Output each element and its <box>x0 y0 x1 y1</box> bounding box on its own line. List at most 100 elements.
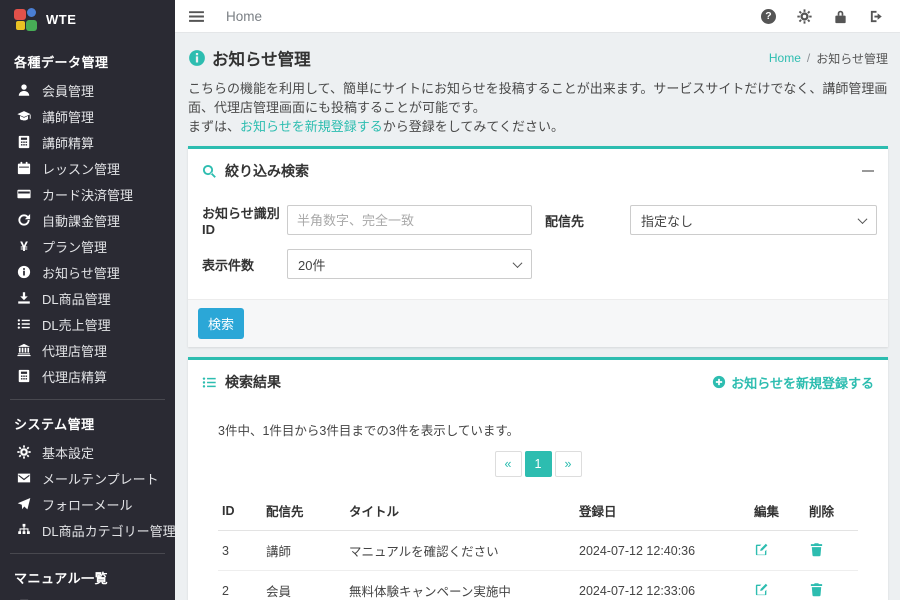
sidebar: WTE 各種データ管理会員管理講師管理講師精算レッスン管理カード決済管理自動課金… <box>0 0 175 600</box>
table-header-cell: 編集 <box>750 491 805 531</box>
table-header-cell: 配信先 <box>262 491 345 531</box>
sidebar-item-wte-operation-manual[interactable]: WTE操作マニュアル <box>0 593 175 600</box>
info-circle-icon <box>188 49 206 67</box>
table-header-cell: 削除 <box>805 491 858 531</box>
cell-date: 2024-07-12 12:40:36 <box>575 531 750 571</box>
sidebar-item-label: 講師管理 <box>42 107 94 126</box>
pagination-prev-button[interactable]: « <box>495 451 522 477</box>
table-header-cell: タイトル <box>345 491 575 531</box>
results-title: 検索結果 <box>225 372 281 392</box>
lock-icon[interactable] <box>833 9 848 24</box>
table-header-cell: ID <box>218 491 262 531</box>
credit-card-icon <box>16 186 32 202</box>
search-button[interactable]: 検索 <box>198 308 244 339</box>
results-body: 3件中、1件目から3件目までの3件を表示しています。 «1» ID配信先タイトル… <box>188 402 888 600</box>
sidebar-item-instructor-settlement[interactable]: 講師精算 <box>0 129 175 155</box>
sidebar-item-label: お知らせ管理 <box>42 263 120 282</box>
menu-toggle-button[interactable] <box>188 7 206 25</box>
sidebar-item-lesson-management[interactable]: レッスン管理 <box>0 155 175 181</box>
edit-button[interactable] <box>754 582 769 597</box>
description-line2-suffix: から登録をしてみてください。 <box>383 119 564 134</box>
cell-date: 2024-07-12 12:33:06 <box>575 571 750 600</box>
register-notice-inline-link[interactable]: お知らせを新規登録する <box>240 119 383 134</box>
sidebar-section-title: マニュアル一覧 <box>0 554 175 593</box>
app-window: WTE 各種データ管理会員管理講師管理講師精算レッスン管理カード決済管理自動課金… <box>0 0 900 600</box>
sidebar-item-label: メールテンプレート <box>42 469 159 488</box>
wte-logo-icon <box>14 8 37 31</box>
filter-row-1: お知らせ識別ID 配信先 指定なし <box>202 203 877 237</box>
sidebar-item-basic-settings[interactable]: 基本設定 <box>0 439 175 465</box>
main-area: Home ? お知らせ管理 Home / お知らせ管理 こちらの機能を利用して、… <box>175 0 900 600</box>
sidebar-item-agency-settlement[interactable]: 代理店精算 <box>0 363 175 389</box>
info-circle-icon <box>16 264 32 280</box>
sidebar-item-mail-template[interactable]: メールテンプレート <box>0 465 175 491</box>
download-icon <box>16 290 32 306</box>
sidebar-item-label: 会員管理 <box>42 81 94 100</box>
count-select-value: 20件 <box>298 255 514 274</box>
topbar-home-link[interactable]: Home <box>226 9 262 24</box>
sidebar-item-label: WTE操作マニュアル <box>42 597 162 600</box>
table-header-cell: 登録日 <box>575 491 750 531</box>
results-card: 検索結果 お知らせを新規登録する 3件中、1件目から3件目までの3件を表示してい… <box>188 357 888 600</box>
sidebar-section-title: 各種データ管理 <box>0 38 175 77</box>
sidebar-item-member-management[interactable]: 会員管理 <box>0 77 175 103</box>
yen-icon: ¥ <box>16 238 32 254</box>
page-title: お知らせ管理 <box>212 46 311 70</box>
logout-icon[interactable] <box>869 9 884 24</box>
pagination-next-button[interactable]: » <box>555 451 582 477</box>
envelope-icon <box>16 470 32 486</box>
sidebar-item-auto-billing-management[interactable]: 自動課金管理 <box>0 207 175 233</box>
notice-id-label: お知らせ識別ID <box>202 203 287 237</box>
sidebar-item-dl-product-category-management[interactable]: DL商品カテゴリー管理 <box>0 517 175 543</box>
brand-name: WTE <box>46 12 76 27</box>
sidebar-item-agency-management[interactable]: 代理店管理 <box>0 337 175 363</box>
sidebar-item-dl-sales-management[interactable]: DL売上管理 <box>0 311 175 337</box>
cell-title: 無料体験キャンペーン実施中 <box>345 571 575 600</box>
chevron-down-icon <box>513 258 523 268</box>
filter-card: 絞り込み検索 お知らせ識別ID 配信先 指定なし 表示件数 20件 <box>188 146 888 347</box>
calculator-icon <box>16 368 32 384</box>
count-select[interactable]: 20件 <box>287 249 532 279</box>
refresh-icon <box>16 212 32 228</box>
edit-button[interactable] <box>754 542 769 557</box>
cell-title: マニュアルを確認ください <box>345 531 575 571</box>
target-select[interactable]: 指定なし <box>630 205 877 235</box>
sidebar-item-notice-management[interactable]: お知らせ管理 <box>0 259 175 285</box>
delete-button[interactable] <box>809 582 824 597</box>
description-line2-prefix: まずは、 <box>188 119 240 134</box>
breadcrumb-separator: / <box>807 51 810 65</box>
sidebar-item-follow-mail[interactable]: フォローメール <box>0 491 175 517</box>
target-select-value: 指定なし <box>641 211 859 230</box>
settings-gear-icon[interactable] <box>797 9 812 24</box>
cell-target: 講師 <box>262 531 345 571</box>
brand[interactable]: WTE <box>0 0 175 38</box>
pagination-page-1-button[interactable]: 1 <box>525 451 552 477</box>
sidebar-item-card-payment-management[interactable]: カード決済管理 <box>0 181 175 207</box>
delete-button[interactable] <box>809 542 824 557</box>
filter-row-2: 表示件数 20件 <box>202 249 877 279</box>
register-notice-link[interactable]: お知らせを新規登録する <box>712 373 874 392</box>
breadcrumb-home-link[interactable]: Home <box>769 51 801 65</box>
cell-id: 2 <box>218 571 262 600</box>
sidebar-item-label: 代理店精算 <box>42 367 107 386</box>
graduation-cap-icon <box>16 108 32 124</box>
collapse-icon[interactable] <box>862 170 874 172</box>
table-row: 3 講師 マニュアルを確認ください 2024-07-12 12:40:36 <box>218 531 858 571</box>
sidebar-item-label: 自動課金管理 <box>42 211 120 230</box>
count-label: 表示件数 <box>202 255 287 274</box>
page-content: お知らせ管理 Home / お知らせ管理 こちらの機能を利用して、簡単にサイトに… <box>175 33 900 600</box>
sidebar-item-instructor-management[interactable]: 講師管理 <box>0 103 175 129</box>
breadcrumb: Home / お知らせ管理 <box>769 50 888 67</box>
sidebar-item-label: DL商品管理 <box>42 289 111 308</box>
list-icon <box>202 375 217 390</box>
cell-id: 3 <box>218 531 262 571</box>
notice-id-input[interactable] <box>287 205 532 235</box>
sidebar-item-plan-management[interactable]: ¥ プラン管理 <box>0 233 175 259</box>
sidebar-item-dl-product-management[interactable]: DL商品管理 <box>0 285 175 311</box>
sidebar-item-label: プラン管理 <box>42 237 107 256</box>
help-icon[interactable]: ? <box>761 9 776 24</box>
sitemap-icon <box>16 522 32 538</box>
sidebar-section-title: システム管理 <box>0 400 175 439</box>
search-icon <box>202 164 217 179</box>
sidebar-item-label: 代理店管理 <box>42 341 107 360</box>
